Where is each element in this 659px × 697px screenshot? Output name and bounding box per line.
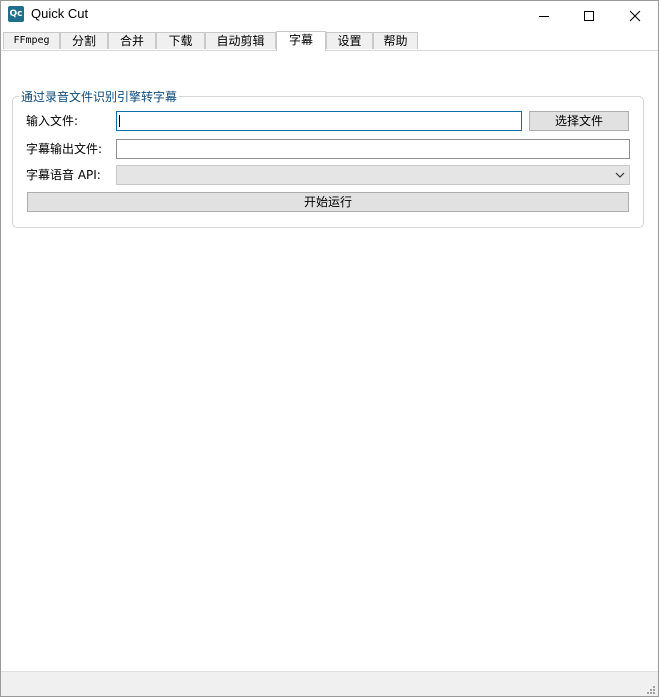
- output-file-label: 字幕输出文件:: [26, 142, 103, 156]
- maximize-icon: [584, 11, 594, 21]
- api-label: 字幕语音 API:: [26, 168, 101, 182]
- tab-bar: FFmpeg 分割 合并 下载 自动剪辑 字幕 设置 帮助: [1, 31, 658, 51]
- tab-download[interactable]: 下载: [156, 32, 205, 49]
- minimize-icon: [539, 16, 549, 17]
- close-button[interactable]: [612, 1, 658, 31]
- close-icon: [629, 10, 641, 22]
- tab-content-subtitles: 通过录音文件识别引擎转字幕 输入文件: 选择文件 字幕输出文件: 字幕语音 AP…: [1, 51, 658, 671]
- input-file-label: 输入文件:: [26, 114, 79, 128]
- tab-auto-edit[interactable]: 自动剪辑: [205, 32, 276, 49]
- api-select[interactable]: [116, 165, 630, 185]
- title-bar[interactable]: Qc Quick Cut: [1, 1, 658, 31]
- tab-settings[interactable]: 设置: [326, 32, 373, 49]
- tab-subtitles[interactable]: 字幕: [276, 31, 326, 51]
- group-title: 通过录音文件识别引擎转字幕: [19, 90, 180, 104]
- tab-split[interactable]: 分割: [60, 32, 108, 49]
- tab-ffmpeg[interactable]: FFmpeg: [3, 32, 60, 49]
- output-file-field[interactable]: [116, 139, 630, 159]
- choose-file-button[interactable]: 选择文件: [529, 111, 629, 131]
- resize-grip-icon[interactable]: [646, 685, 656, 695]
- tab-merge[interactable]: 合并: [108, 32, 156, 49]
- text-caret: [119, 115, 120, 127]
- app-window: Qc Quick Cut FFmpeg 分割 合并 下载 自动剪辑 字幕 设置 …: [0, 0, 659, 697]
- minimize-button[interactable]: [521, 1, 567, 31]
- input-file-field[interactable]: [116, 111, 522, 131]
- app-logo-icon: Qc: [8, 6, 24, 22]
- window-title: Quick Cut: [31, 6, 89, 21]
- maximize-button[interactable]: [566, 1, 612, 31]
- status-bar: [1, 671, 658, 696]
- chevron-down-icon: [615, 172, 625, 178]
- start-run-button[interactable]: 开始运行: [27, 192, 629, 212]
- tab-help[interactable]: 帮助: [373, 32, 418, 49]
